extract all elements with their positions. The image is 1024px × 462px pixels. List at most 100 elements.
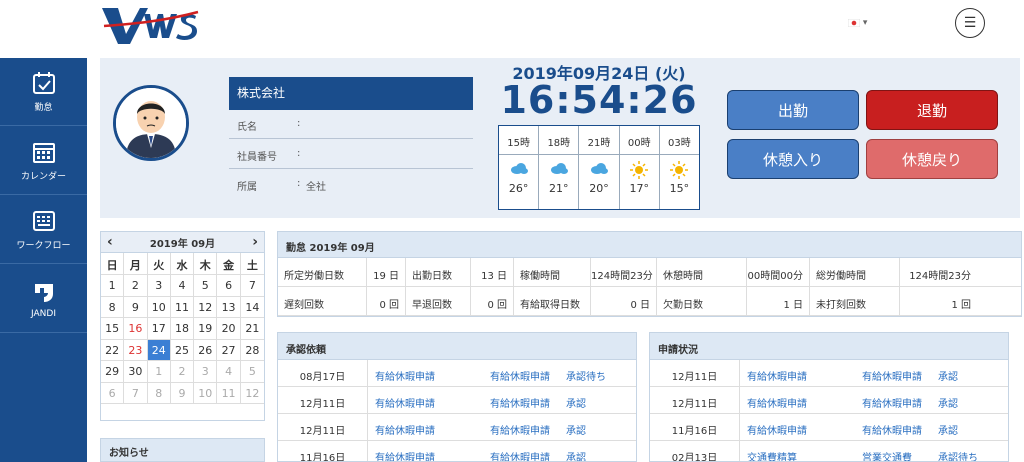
calendar-day[interactable]: 7 [240, 275, 264, 297]
calendar-day[interactable]: 16 [124, 318, 148, 340]
vws-logo[interactable] [100, 4, 200, 46]
calendar-day[interactable]: 26 [194, 339, 218, 361]
calendar-day[interactable]: 3 [194, 361, 218, 383]
calendar-day[interactable]: 7 [124, 382, 148, 404]
calendar-day[interactable]: 17 [147, 318, 171, 340]
request-subtype-link[interactable]: 有給休暇申請 [490, 414, 566, 440]
calendar-day[interactable]: 8 [101, 296, 125, 318]
calendar-day[interactable]: 3 [147, 275, 171, 297]
hamburger-menu-button[interactable]: ☰ [955, 8, 985, 38]
request-status[interactable]: 承認 [566, 387, 586, 413]
request-status[interactable]: 承認待ち [566, 360, 606, 386]
calendar-day[interactable]: 12 [194, 296, 218, 318]
calendar-day[interactable]: 5 [194, 275, 218, 297]
main-content: 株式会社 氏名 : 社員番号 : 所属 : 全社 2019年09月24日 (火)… [100, 58, 1022, 462]
sidebar-item-workflow[interactable]: ワークフロー [0, 196, 87, 264]
profile-department-row: 所属 : 全社 [229, 170, 473, 199]
calendar-day[interactable]: 6 [101, 382, 125, 404]
request-type-link[interactable]: 有給休暇申請 [740, 414, 862, 440]
calendar-day[interactable]: 1 [147, 361, 171, 383]
calendar-day[interactable]: 4 [170, 275, 195, 297]
request-subtype-link[interactable]: 有給休暇申請 [862, 387, 938, 413]
calendar-day[interactable]: 10 [147, 296, 171, 318]
calendar-day[interactable]: 14 [240, 297, 264, 318]
attendance-label: 早退回数 [406, 287, 471, 315]
calendar-check-icon [32, 72, 55, 94]
break-end-button[interactable]: 休憩戻り [866, 139, 998, 179]
request-type-link[interactable]: 交通費精算 [740, 441, 862, 461]
request-subtype-link[interactable]: 有給休暇申請 [490, 360, 566, 386]
request-row[interactable]: 11月16日 有給休暇申請 有給休暇申請 承認 [650, 414, 1008, 441]
clock-out-button[interactable]: 退勤 [866, 90, 998, 130]
calendar-day[interactable]: 8 [147, 382, 171, 404]
calendar-day[interactable]: 13 [217, 296, 241, 318]
calendar-day[interactable]: 21 [240, 318, 264, 340]
request-status[interactable]: 承認 [566, 441, 586, 461]
request-type-link[interactable]: 有給休暇申請 [368, 387, 490, 413]
sidebar-item-jandi[interactable]: JANDI [0, 265, 87, 333]
attendance-value: 124時間23分 [909, 271, 971, 282]
calendar-day[interactable]: 30 [124, 361, 148, 383]
request-type-link[interactable]: 有給休暇申請 [368, 360, 490, 386]
sidebar-item-attendance[interactable]: 勤怠 [0, 58, 87, 126]
calendar-day[interactable]: 24 [147, 339, 171, 361]
calendar-day[interactable]: 29 [101, 361, 125, 383]
sun-icon [660, 155, 699, 179]
calendar-day[interactable]: 11 [170, 296, 195, 318]
request-status[interactable]: 承認 [938, 360, 958, 386]
request-row[interactable]: 12月11日 有給休暇申請 有給休暇申請 承認 [278, 414, 636, 441]
calendar-day[interactable]: 28 [240, 340, 264, 361]
calendar-day[interactable]: 10 [194, 382, 218, 404]
request-subtype-link[interactable]: 有給休暇申請 [862, 360, 938, 386]
calendar-day[interactable]: 5 [240, 361, 264, 383]
request-row[interactable]: 11月16日 有給休暇申請 有給休暇申請 承認 [278, 441, 636, 461]
calendar-day[interactable]: 12 [240, 383, 264, 404]
calendar-day[interactable]: 9 [170, 382, 195, 404]
calendar-day[interactable]: 23 [124, 339, 148, 361]
calendar-day[interactable]: 1 [101, 275, 125, 297]
weather-forecast: 15時 26° 18時 21° 21時 20° 00時 17° 03時 15° [498, 125, 700, 210]
request-type-link[interactable]: 有給休暇申請 [740, 360, 862, 386]
request-subtype-link[interactable]: 有給休暇申請 [862, 414, 938, 440]
calendar-day[interactable]: 19 [194, 318, 218, 340]
prev-month-button[interactable]: ‹ [107, 234, 113, 250]
request-row[interactable]: 02月13日 交通費精算 営業交通費 承認待ち [650, 441, 1008, 461]
language-selector[interactable]: ▾ [847, 18, 867, 28]
sidebar-item-calendar[interactable]: カレンダー [0, 127, 87, 195]
request-type-link[interactable]: 有給休暇申請 [368, 441, 490, 461]
next-month-button[interactable]: › [252, 234, 258, 250]
calendar-day[interactable]: 27 [217, 339, 241, 361]
request-subtype-link[interactable]: 有給休暇申請 [490, 441, 566, 461]
calendar-day[interactable]: 6 [217, 275, 241, 297]
calendar-day[interactable]: 18 [170, 318, 195, 340]
request-status[interactable]: 承認 [566, 414, 586, 440]
request-row[interactable]: 12月11日 有給休暇申請 有給休暇申請 承認 [278, 387, 636, 414]
request-row[interactable]: 12月11日 有給休暇申請 有給休暇申請 承認 [650, 360, 1008, 387]
request-subtype-link[interactable]: 営業交通費 [862, 441, 938, 461]
calendar-grid: 日月火水木金土 1 2 3 4 5 6 7 8 9 10 11 12 13 14 15 16 17 18 19 20 21… [101, 253, 264, 404]
request-type-link[interactable]: 有給休暇申請 [368, 414, 490, 440]
request-status[interactable]: 承認 [938, 414, 958, 440]
request-subtype-link[interactable]: 有給休暇申請 [490, 387, 566, 413]
calendar-day[interactable]: 2 [170, 361, 195, 383]
calendar-day[interactable]: 11 [217, 382, 241, 404]
request-row[interactable]: 12月11日 有給休暇申請 有給休暇申請 承認 [650, 387, 1008, 414]
calendar-day[interactable]: 15 [101, 318, 125, 340]
request-status[interactable]: 承認待ち [938, 441, 978, 461]
calendar-day[interactable]: 25 [170, 339, 195, 361]
clock-in-button[interactable]: 出勤 [727, 90, 859, 130]
mini-calendar: ‹ 2019年 09月 › 日月火水木金土 1 2 3 4 5 6 7 8 9 10 11 12 13 14… [100, 231, 265, 421]
calendar-day[interactable]: 4 [217, 361, 241, 383]
calendar-day[interactable]: 2 [124, 275, 148, 297]
calendar-day[interactable]: 20 [217, 318, 241, 340]
calendar-day[interactable]: 22 [101, 339, 125, 361]
profile-panel: 株式会社 氏名 : 社員番号 : 所属 : 全社 2019年09月24日 (火)… [100, 58, 1020, 218]
calendar-weekday: 月 [124, 253, 148, 275]
calendar-grid-icon [32, 143, 55, 163]
request-row[interactable]: 08月17日 有給休暇申請 有給休暇申請 承認待ち [278, 360, 636, 387]
calendar-day[interactable]: 9 [124, 296, 148, 318]
request-type-link[interactable]: 有給休暇申請 [740, 387, 862, 413]
break-start-button[interactable]: 休憩入り [727, 139, 859, 179]
request-status[interactable]: 承認 [938, 387, 958, 413]
request-date: 12月11日 [278, 387, 368, 413]
